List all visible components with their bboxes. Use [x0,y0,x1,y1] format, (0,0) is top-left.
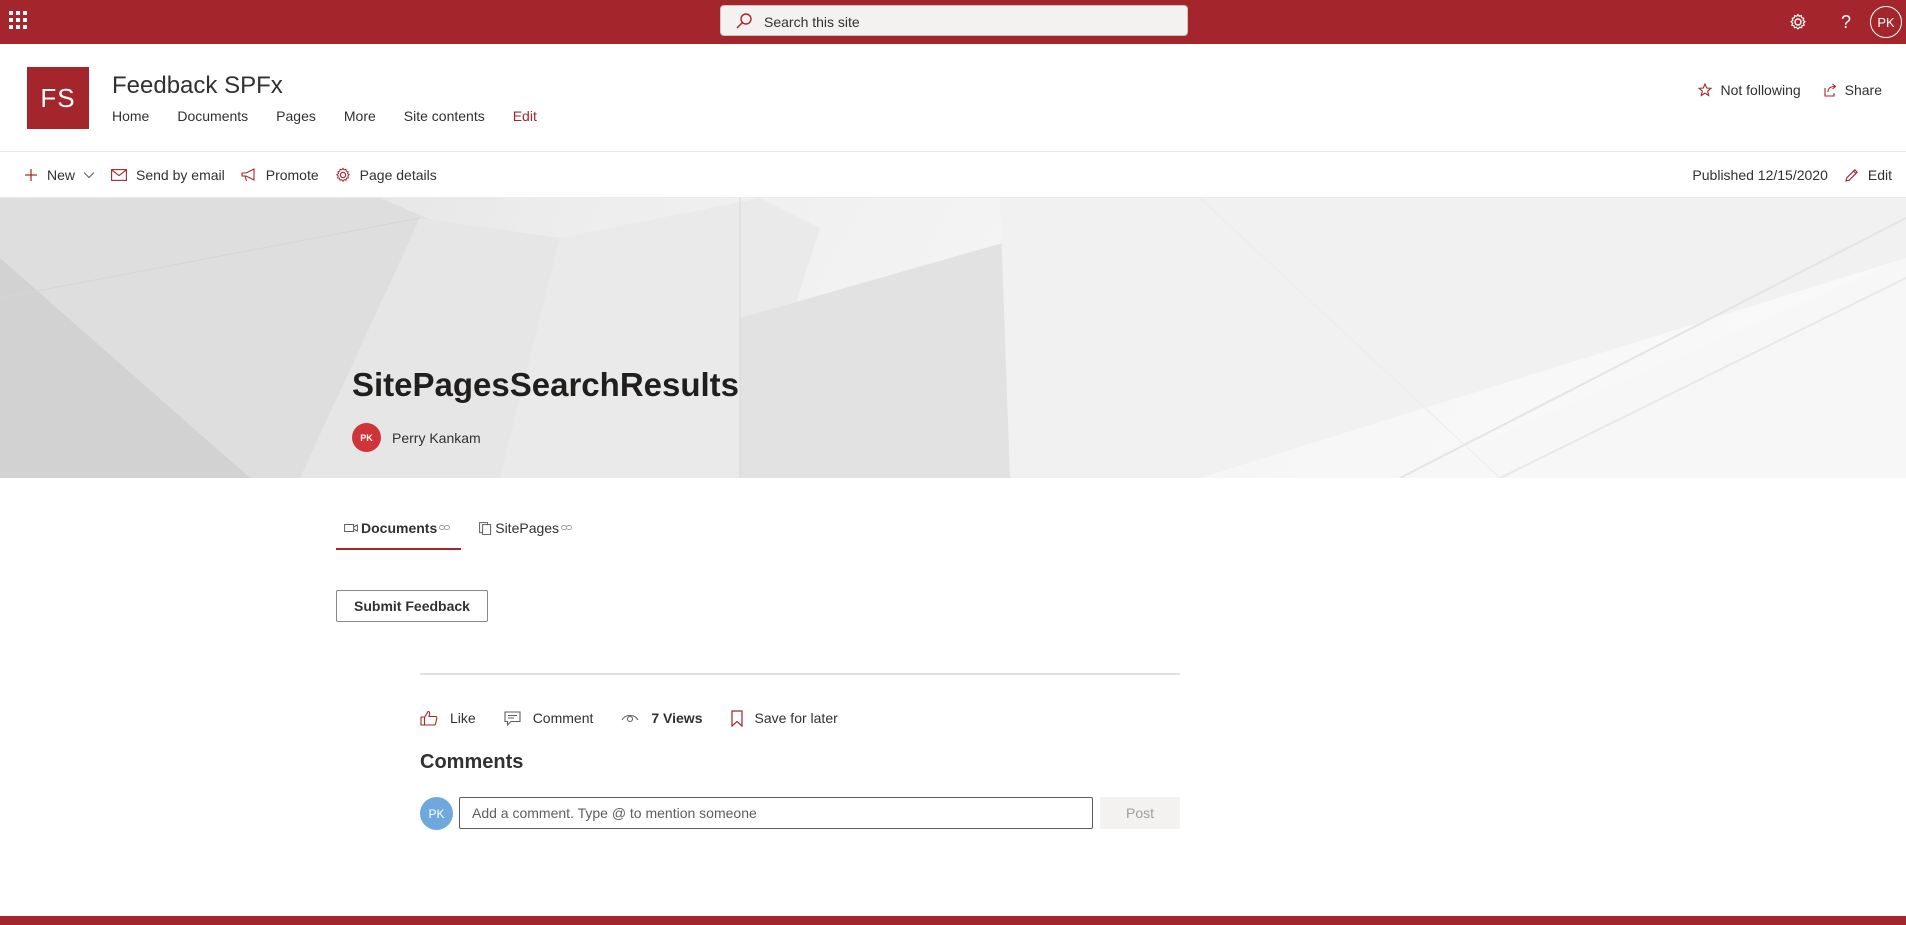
view-count: 7 Views [621,710,703,726]
user-avatar[interactable]: PK [1870,6,1902,38]
suite-bar: Search this site ? PK [0,0,1906,44]
nav-site-contents[interactable]: Site contents [404,108,485,124]
tab-sitepages[interactable]: SitePages [471,512,583,550]
star-icon [1698,83,1713,97]
chevron-down-icon [83,172,95,179]
gear-icon [1790,13,1806,30]
comment-button[interactable]: Comment [504,710,594,726]
banner-background-image [0,198,1906,478]
share-icon [1824,83,1836,97]
search-placeholder: Search this site [764,14,860,30]
save-for-later-label: Save for later [754,710,838,726]
promote-button[interactable]: Promote [241,167,319,183]
share-label: Share [1844,82,1882,98]
nav-home[interactable]: Home [112,108,149,124]
app-launcher-icon[interactable] [8,10,28,30]
social-bar: Like Comment 7 Views Save for later [420,706,866,730]
nav-pages[interactable]: Pages [276,108,316,124]
pages-icon [479,522,492,535]
command-bar-left: New Send by email Promote Page details [24,153,453,197]
site-title[interactable]: Feedback SPFx [112,72,283,100]
site-logo[interactable]: FS [27,67,89,129]
new-label: New [47,167,76,183]
bookmark-icon [730,709,743,727]
link-icon [439,525,451,530]
submit-feedback-button[interactable]: Submit Feedback [336,590,488,622]
comment-label: Comment [532,710,594,726]
promote-label: Promote [265,167,319,183]
comment-composer: PK Post [420,797,1180,831]
comment-user-avatar: PK [420,797,453,830]
link-icon [561,525,573,530]
tab-documents-label: Documents [361,520,438,536]
new-button[interactable]: New [24,167,95,183]
site-navigation: Home Documents Pages More Site contents … [112,108,565,124]
like-label: Like [450,710,476,726]
footer-bar [0,916,1906,925]
help-button[interactable]: ? [1822,0,1870,44]
author-name[interactable]: Perry Kankam [392,430,481,446]
page-details-button[interactable]: Page details [335,167,437,183]
suite-right-actions: ? PK [1774,0,1906,44]
nav-edit[interactable]: Edit [513,108,537,124]
header-actions: Not following Share [1676,82,1882,98]
post-button[interactable]: Post [1100,797,1180,829]
nav-documents[interactable]: Documents [177,108,248,124]
plus-icon [25,169,37,181]
comment-icon [504,710,521,726]
title-banner: SitePagesSearchResults PK Perry Kankam [0,198,1906,478]
pencil-icon [1845,168,1858,182]
like-button[interactable]: Like [420,710,476,726]
nav-more[interactable]: More [344,108,376,124]
edit-page-label: Edit [1867,167,1892,183]
search-icon [736,13,752,29]
comments-heading: Comments [420,751,524,773]
settings-button[interactable] [1774,0,1822,44]
gear-icon [335,167,350,182]
search-box[interactable]: Search this site [720,5,1188,36]
page-title: SitePagesSearchResults [352,366,740,403]
follow-button[interactable]: Not following [1698,82,1801,98]
author-byline: PK Perry Kankam [352,423,481,452]
eye-icon [621,714,639,723]
help-icon: ? [1840,11,1851,32]
send-by-email-label: Send by email [136,167,225,183]
mail-icon [111,169,127,181]
author-avatar[interactable]: PK [352,423,381,452]
tab-sitepages-label: SitePages [495,520,560,536]
send-by-email-button[interactable]: Send by email [111,167,225,183]
page-details-label: Page details [359,167,437,183]
command-bar-right: Published 12/15/2020 Edit [1692,153,1892,197]
megaphone-icon [241,168,255,182]
content-divider [420,673,1180,675]
tab-documents[interactable]: Documents [336,512,462,550]
command-bar: New Send by email Promote Page details P… [0,153,1906,198]
edit-page-button[interactable]: Edit [1844,167,1892,183]
video-icon [344,524,358,532]
tab-list: Documents SitePages [336,512,593,550]
thumbs-up-icon [420,710,438,726]
save-for-later-button[interactable]: Save for later [730,709,838,727]
views-label: 7 Views [651,710,703,726]
follow-label: Not following [1720,82,1801,98]
site-header: FS Feedback SPFx Home Documents Pages Mo… [0,44,1906,152]
share-button[interactable]: Share [1823,82,1882,98]
published-date: Published 12/15/2020 [1692,167,1828,183]
comment-input[interactable] [459,797,1093,829]
